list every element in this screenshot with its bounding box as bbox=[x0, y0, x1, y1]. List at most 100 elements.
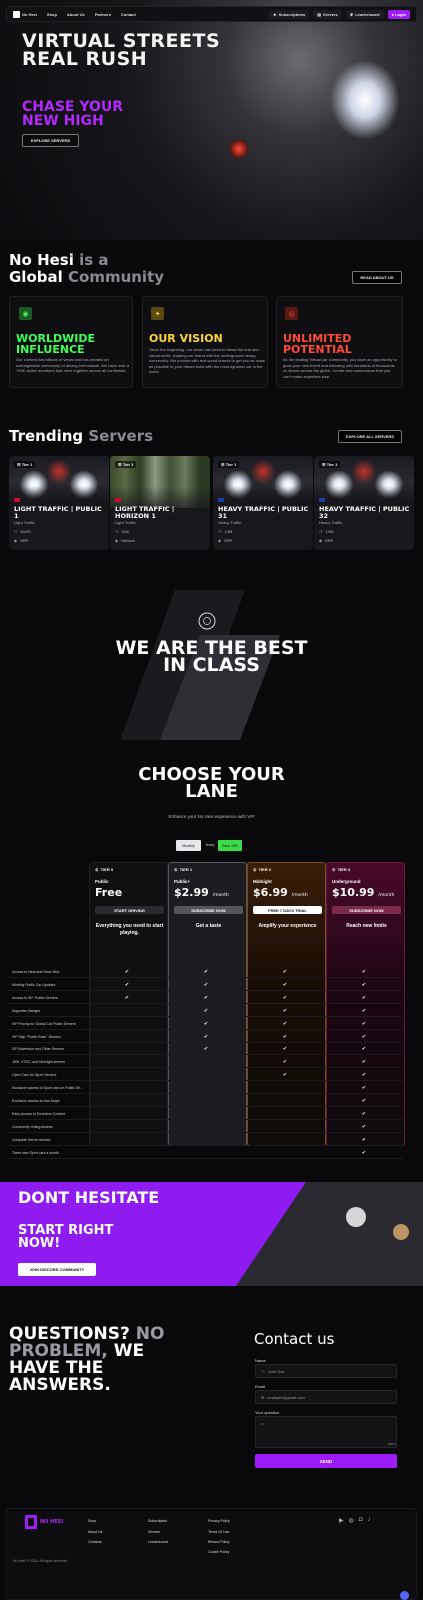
map-row: ◈ SRP bbox=[14, 538, 28, 543]
server-card[interactable]: ☰ Tier 1 HEAVY TRAFFIC | PUBLIC 32 Heavy… bbox=[314, 456, 414, 550]
footer-brand[interactable]: NO HESI bbox=[25, 1515, 63, 1529]
login-label: Login bbox=[395, 11, 406, 17]
youtube-icon[interactable]: ▶ bbox=[339, 1517, 344, 1524]
nav-link-shop[interactable]: Shop bbox=[47, 12, 57, 17]
card-title-line2: POTENTIAL bbox=[283, 343, 352, 356]
footer-link-about[interactable]: About Us bbox=[88, 1530, 102, 1534]
server-icon: ▤ bbox=[317, 11, 322, 17]
check-icon: ✔ bbox=[282, 981, 288, 988]
check-icon: ✔ bbox=[282, 1020, 288, 1027]
feature-divider bbox=[8, 989, 403, 991]
faq-title: QUESTIONS? NO PROBLEM, WE HAVE THE ANSWE… bbox=[9, 1326, 164, 1394]
cta-light bbox=[393, 1224, 409, 1240]
tier-badge: ☰ Tier 1 bbox=[319, 461, 341, 468]
footer-link-shop[interactable]: Shop bbox=[88, 1519, 96, 1523]
nav-leaderboard[interactable]: ♛ Leaderboard bbox=[345, 9, 384, 19]
map-pin-icon: ◈ bbox=[14, 538, 18, 543]
feature-label: Complete Server Access bbox=[12, 1137, 51, 1142]
star-icon: ★ bbox=[273, 11, 277, 17]
footer-link-refund[interactable]: Refund Policy bbox=[208, 1540, 230, 1544]
flag-eu-icon bbox=[319, 498, 325, 502]
feature-label: VIP Priority for Global Car Public Serve… bbox=[12, 1021, 76, 1026]
trending-title-a: Trending bbox=[9, 427, 84, 445]
footer-link-privacy[interactable]: Privacy Policy bbox=[208, 1519, 230, 1523]
toggle-monthly[interactable]: Monthly bbox=[176, 840, 201, 851]
players-count: 0/10 bbox=[121, 529, 130, 534]
feature-card-vision: ✦ OUR VISION Since the beginning, our vi… bbox=[142, 296, 268, 388]
footer-link-contacts[interactable]: Contacts bbox=[88, 1540, 102, 1544]
question-field[interactable]: ▭ bbox=[255, 1416, 397, 1448]
footer-link-subscription[interactable]: Subscription bbox=[148, 1519, 167, 1523]
brand-logo[interactable]: No Hesi bbox=[13, 10, 37, 18]
email-field[interactable]: ✉ example@gmail.com bbox=[255, 1390, 397, 1404]
toggle-yearly[interactable]: Yearly bbox=[205, 843, 215, 847]
subscribe-button[interactable]: SUBSCRIBE NOW bbox=[332, 906, 401, 914]
users-icon: ⚇ bbox=[14, 529, 18, 534]
feature-divider bbox=[8, 1131, 403, 1133]
card-title-line2: INFLUENCE bbox=[16, 343, 85, 356]
feature-divider bbox=[8, 1015, 403, 1017]
read-about-us-button[interactable]: READ ABOUT US bbox=[352, 271, 402, 284]
community-title-d: Community bbox=[68, 268, 165, 286]
check-icon: ✔ bbox=[282, 1033, 288, 1040]
check-icon: ✔ bbox=[361, 1020, 367, 1027]
tier-price-value: Free bbox=[95, 886, 123, 899]
nav-link-about[interactable]: About Us bbox=[67, 12, 85, 17]
map-row: ◈ Horizon bbox=[115, 538, 135, 543]
discord-icon[interactable]: ◍ bbox=[349, 1517, 354, 1524]
crown-icon: ♔ bbox=[332, 867, 336, 872]
server-card[interactable]: ☰ Tier 1 LIGHT TRAFFIC | PUBLIC 1 Light … bbox=[9, 456, 109, 550]
server-name: LIGHT TRAFFIC | HORIZON 1 bbox=[115, 505, 175, 520]
tier-price-value: $2.99 bbox=[174, 886, 209, 899]
instagram-icon[interactable]: ◘ bbox=[359, 1517, 363, 1524]
save-badge: Save 15% bbox=[218, 840, 242, 851]
check-icon: ✔ bbox=[361, 1059, 367, 1066]
tier-price: Free bbox=[95, 886, 122, 899]
footer-link-terms[interactable]: Terms Of Use bbox=[208, 1530, 229, 1534]
feature-divider bbox=[8, 1041, 403, 1043]
nav-servers[interactable]: ▤ Servers bbox=[313, 9, 342, 19]
faq-line2b: WE bbox=[113, 1341, 145, 1361]
nav-right: ★ Subscriptions ▤ Servers ♛ Leaderboard ● L… bbox=[269, 9, 410, 19]
email-label: Email bbox=[255, 1384, 266, 1389]
tier-column-1: ♔ TIER 1 Public+ $2.99 /month SUBSCRIBE N… bbox=[168, 862, 247, 1146]
footer-link-servers[interactable]: Servers bbox=[148, 1530, 160, 1534]
subscribe-button[interactable]: SUBSCRIBE NOW bbox=[174, 906, 243, 914]
server-name: HEAVY TRAFFIC | PUBLIC 32 bbox=[319, 505, 410, 520]
login-button[interactable]: ● Login bbox=[387, 9, 410, 19]
footer-link-cookie[interactable]: Cookie Policy bbox=[208, 1550, 229, 1554]
players-row: ⚇ 61/93 bbox=[14, 529, 31, 534]
hero-title-line2: REAL RUSH bbox=[22, 48, 148, 70]
explore-servers-button[interactable]: EXPLORE SERVERS bbox=[22, 134, 79, 147]
tier-header: ♔ TIER 2 bbox=[253, 867, 271, 872]
server-card[interactable]: ☰ Tier 1 HEAVY TRAFFIC | PUBLIC 31 Heavy… bbox=[213, 456, 313, 550]
tiktok-icon[interactable]: ♪ bbox=[368, 1517, 371, 1524]
chat-widget-icon[interactable] bbox=[400, 1591, 409, 1600]
name-field[interactable]: ⚇ John Doe bbox=[255, 1364, 397, 1378]
check-icon: ✔ bbox=[361, 1136, 367, 1143]
check-icon: ✔ bbox=[282, 1072, 288, 1079]
check-icon: ✔ bbox=[361, 1085, 367, 1092]
check-icon: ✔ bbox=[203, 994, 209, 1001]
feature-divider bbox=[8, 1054, 403, 1056]
feature-divider bbox=[8, 1144, 403, 1146]
players-row: ⚇ 1/95 bbox=[218, 529, 232, 534]
trending-title: Trending Servers bbox=[9, 428, 153, 445]
feature-label: JDM, VTEC, and Midnight servers bbox=[12, 1060, 65, 1065]
feature-label: Exclusive access to Sport cars on Public… bbox=[12, 1086, 84, 1091]
explore-all-servers-button[interactable]: EXPLORE ALL SERVERS bbox=[338, 430, 402, 443]
send-button[interactable]: SEND bbox=[255, 1454, 397, 1468]
server-traffic: Heavy Traffic bbox=[218, 520, 242, 525]
feature-label: Access to 90+ Public Servers bbox=[12, 995, 58, 1000]
footer-link-leaderboard[interactable]: Leaderboard bbox=[148, 1540, 168, 1544]
feature-divider bbox=[8, 1028, 403, 1030]
start-driving-button[interactable]: START DRIVING bbox=[95, 906, 164, 914]
join-discord-button[interactable]: JOIN DISCORD COMMUNITY bbox=[18, 1263, 96, 1276]
nav-link-contact[interactable]: Contact bbox=[121, 12, 136, 17]
free-trial-button[interactable]: FREE 7 DAYS TRIAL bbox=[253, 906, 322, 914]
nav-link-partners[interactable]: Partners bbox=[95, 12, 111, 17]
map-name: SRP bbox=[325, 538, 334, 543]
name-placeholder: John Doe bbox=[267, 1368, 285, 1374]
server-card[interactable]: ☰ Tier 1 LIGHT TRAFFIC | HORIZON 1 Light… bbox=[110, 456, 210, 550]
nav-subscriptions[interactable]: ★ Subscriptions bbox=[269, 9, 310, 19]
